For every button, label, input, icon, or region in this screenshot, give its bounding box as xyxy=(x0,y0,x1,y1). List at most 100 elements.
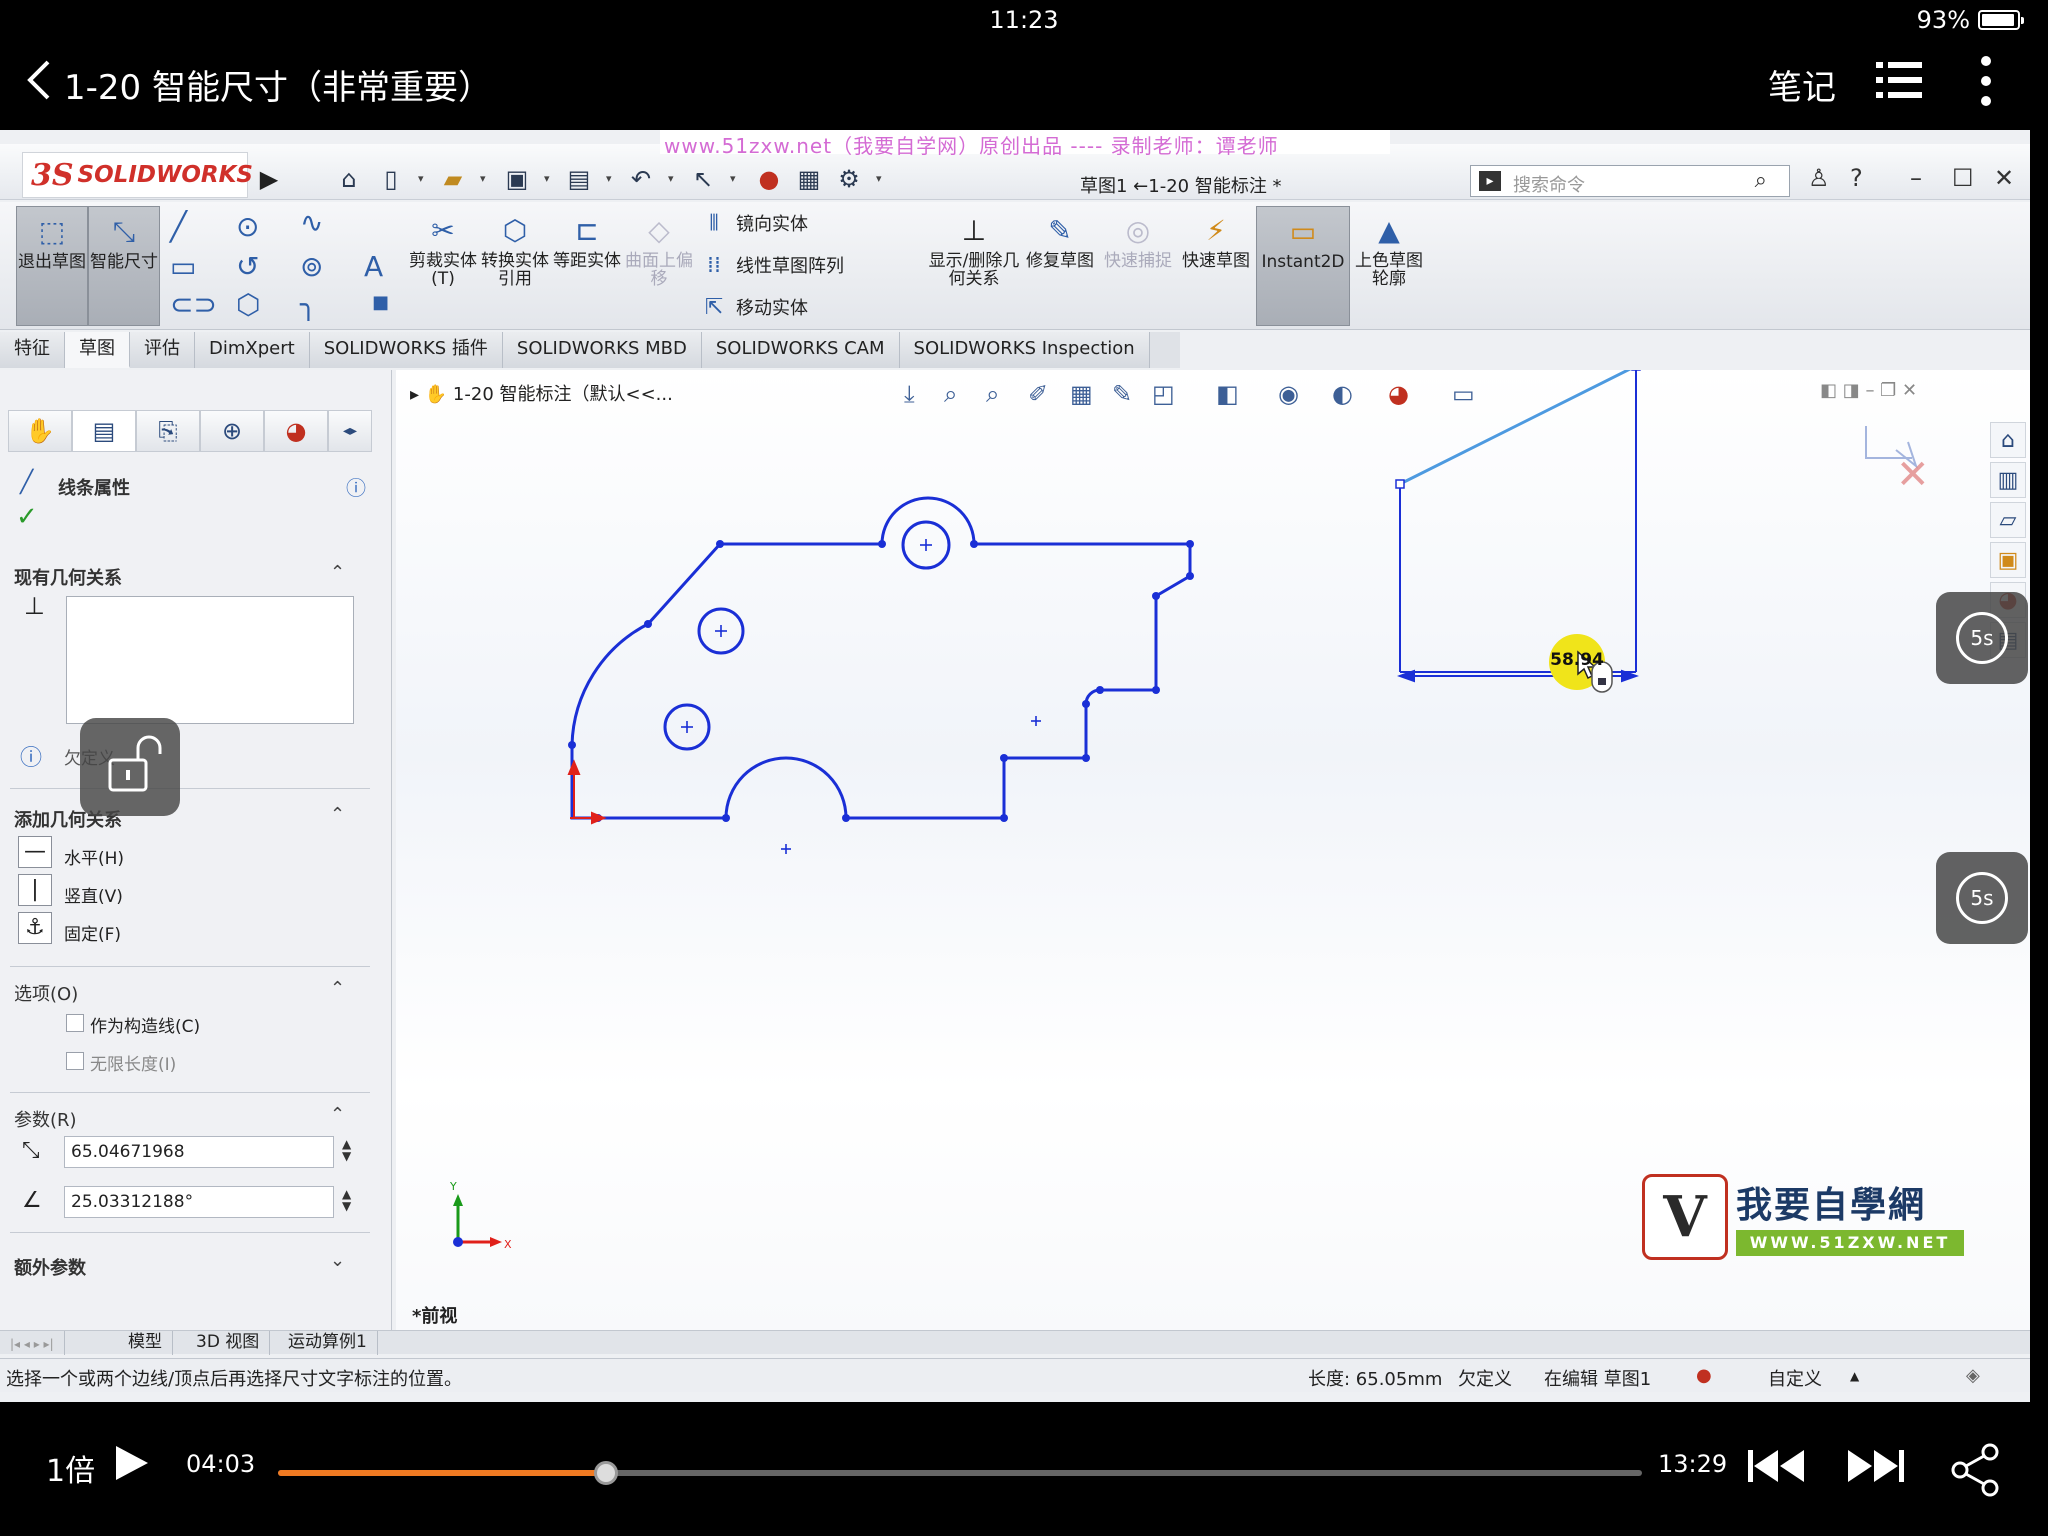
skip-back-button[interactable]: 5s xyxy=(1936,852,2028,944)
tab-cam[interactable]: SOLIDWORKS CAM xyxy=(701,332,900,368)
tags-icon[interactable]: ◈ xyxy=(1966,1365,1980,1386)
offset-button[interactable]: ⊏ 等距实体 xyxy=(552,206,622,326)
expand-arrow-icon[interactable]: ▶ xyxy=(256,166,282,192)
save-icon[interactable]: ▣ xyxy=(504,166,530,192)
mirror-button[interactable]: ⫴ 镜向实体 xyxy=(700,210,808,236)
surface-offset-button[interactable]: ◇ 曲面上偏移 xyxy=(624,206,694,326)
collapse-chevron-icon[interactable]: ⌃ xyxy=(330,1104,345,1125)
notes-button[interactable]: 笔记 xyxy=(1768,60,1836,109)
instant2d-button[interactable]: ▭ Instant2D xyxy=(1256,206,1350,326)
dimension-value[interactable]: 58.94 xyxy=(1549,650,1605,670)
display-manager-tab-icon[interactable]: ◕ xyxy=(264,410,328,452)
print-icon[interactable]: ▤ xyxy=(566,166,592,192)
tab-dimxpert[interactable]: DimXpert xyxy=(195,332,310,368)
tab-motion-study[interactable]: 运动算例1 xyxy=(278,1331,378,1355)
tab-3d-view[interactable]: 3D 视图 xyxy=(186,1331,271,1355)
tab-evaluate[interactable]: 评估 xyxy=(130,332,195,368)
spline-tool-icon[interactable]: ∿ xyxy=(300,206,323,239)
slot-tool-icon[interactable]: ⊂⊃ xyxy=(170,288,217,321)
options-gear-icon[interactable]: ⚙ xyxy=(836,166,862,192)
search-icon[interactable]: ⌕ xyxy=(1755,168,1767,193)
cancel-x-icon[interactable]: ✕ xyxy=(1896,452,1930,498)
units-selector[interactable]: 自定义 xyxy=(1768,1365,1822,1391)
tab-addins[interactable]: SOLIDWORKS 插件 xyxy=(309,332,503,368)
playback-speed[interactable]: 1倍 xyxy=(46,1446,95,1490)
view-palette-icon[interactable]: ▣ xyxy=(1990,542,2026,578)
repair-sketch-button[interactable]: ✎ 修复草图 xyxy=(1024,206,1096,326)
options-dropdown-icon[interactable]: ▾ xyxy=(876,172,882,185)
new-document-icon[interactable]: ▯ xyxy=(378,166,404,192)
progress-track[interactable] xyxy=(278,1461,1642,1485)
convert-entities-button[interactable]: ⬡ 转换实体引用 xyxy=(480,206,550,326)
length-spinner[interactable]: ▲ ▼ xyxy=(342,1138,351,1162)
close-icon[interactable]: ✕ xyxy=(1994,164,2014,192)
text-tool-icon[interactable]: A xyxy=(364,250,383,283)
fix-relation-icon[interactable]: ⚓ xyxy=(18,912,52,944)
trim-button[interactable]: ✂ 剪裁实体(T) xyxy=(408,206,478,326)
resources-home-icon[interactable]: ⌂ xyxy=(1990,422,2026,458)
shaded-contours-button[interactable]: ▲ 上色草图轮廓 xyxy=(1354,206,1424,326)
screen-lock-button[interactable] xyxy=(80,718,180,816)
tab-mbd[interactable]: SOLIDWORKS MBD xyxy=(502,332,702,368)
list-icon[interactable] xyxy=(1876,60,1922,100)
tab-inspection[interactable]: SOLIDWORKS Inspection xyxy=(899,332,1150,368)
vertical-relation[interactable]: 竖直(V) xyxy=(64,882,123,907)
display-relations-button[interactable]: ⊥ 显示/删除几何关系 xyxy=(928,206,1020,326)
open-icon[interactable]: ▰ xyxy=(440,166,466,192)
arc-tool-icon[interactable]: ↺ xyxy=(236,250,259,283)
smart-dimension-button[interactable]: ⤡ 智能尺寸 xyxy=(88,206,160,326)
rapid-sketch-button[interactable]: ⚡ 快速草图 xyxy=(1180,206,1252,326)
more-icon[interactable] xyxy=(1980,54,1992,108)
expand-chevron-icon[interactable]: ⌄ xyxy=(330,1250,345,1271)
fix-relation[interactable]: 固定(F) xyxy=(64,920,121,945)
line-tool-icon[interactable]: ╱ xyxy=(170,210,187,243)
print-dropdown-icon[interactable]: ▾ xyxy=(606,172,612,185)
exit-sketch-button[interactable]: ⬚ 退出草图 xyxy=(16,206,88,326)
share-icon[interactable] xyxy=(1948,1442,2004,1498)
feature-tree-tab-icon[interactable]: ✋ xyxy=(8,410,72,452)
polygon-tool-icon[interactable]: ⬡ xyxy=(236,288,260,321)
play-icon[interactable] xyxy=(110,1442,152,1484)
open-dropdown-icon[interactable]: ▾ xyxy=(480,172,486,185)
quick-snaps-button[interactable]: ◎ 快速捕捉 xyxy=(1102,206,1174,326)
tab-sketch[interactable]: 草图 xyxy=(65,332,130,368)
next-icon[interactable] xyxy=(1846,1446,1906,1486)
relations-listbox[interactable] xyxy=(66,596,354,724)
collapse-chevron-icon[interactable]: ⌃ xyxy=(330,562,345,583)
vertical-relation-icon[interactable]: | xyxy=(18,874,52,906)
length-field[interactable]: 65.04671968 xyxy=(64,1136,334,1168)
back-chevron-icon[interactable] xyxy=(24,58,54,110)
horizontal-relation[interactable]: 水平(H) xyxy=(64,844,124,869)
file-explorer-icon[interactable]: ▱ xyxy=(1990,502,2026,538)
ok-check-icon[interactable]: ✓ xyxy=(16,502,38,532)
angle-spinner[interactable]: ▲ ▼ xyxy=(342,1188,351,1212)
tab-model[interactable]: 模型 xyxy=(118,1331,173,1355)
angle-field[interactable]: 25.03312188° xyxy=(64,1186,334,1218)
rectangle-tool-icon[interactable]: ▭ xyxy=(170,250,196,283)
design-library-icon[interactable]: ▥ xyxy=(1990,462,2026,498)
construction-checkbox[interactable] xyxy=(66,1014,84,1032)
panel-scroll-arrows[interactable]: ◂▸ xyxy=(328,410,372,452)
tab-scroll-arrows[interactable]: |◂ ◂ ▸ ▸| xyxy=(0,1331,65,1355)
horizontal-relation-icon[interactable]: — xyxy=(18,836,52,868)
user-icon[interactable]: ♙ xyxy=(1808,164,1830,192)
progress-knob[interactable] xyxy=(594,1461,619,1485)
parameters-header[interactable]: 参数(R) xyxy=(14,1106,77,1132)
infinite-length-checkbox[interactable] xyxy=(66,1052,84,1070)
collapse-chevron-icon[interactable]: ⌃ xyxy=(330,978,345,999)
existing-relations-header[interactable]: 现有几何关系 xyxy=(14,564,122,590)
move-entities-button[interactable]: ⇱ 移动实体 xyxy=(700,294,808,320)
select-icon[interactable]: ↖ xyxy=(690,166,716,192)
tab-features[interactable]: 特征 xyxy=(0,332,65,368)
solidworks-logo[interactable]: 3S SOLIDWORKS xyxy=(22,152,253,198)
minimize-icon[interactable]: – xyxy=(1910,164,1922,192)
property-manager-tab-icon[interactable]: ▤ xyxy=(72,410,136,452)
rebuild-icon[interactable]: ● xyxy=(756,166,782,192)
graphics-area[interactable]: ▸ ✋ 1-20 智能标注（默认<<... ⤓ ⌕ ⌕ ✐ ▦ ✎ ◰ ◧ ◉ … xyxy=(396,370,2030,1330)
skip-forward-button[interactable]: 5s xyxy=(1936,592,2028,684)
point-tool-icon[interactable]: ■ xyxy=(372,292,389,313)
linear-pattern-button[interactable]: ⁞⁞ 线性草图阵列 xyxy=(700,252,844,278)
extra-params-header[interactable]: 额外参数 xyxy=(14,1254,86,1280)
home-icon[interactable]: ⌂ xyxy=(336,166,362,192)
file-properties-icon[interactable]: ▦ xyxy=(796,166,822,192)
